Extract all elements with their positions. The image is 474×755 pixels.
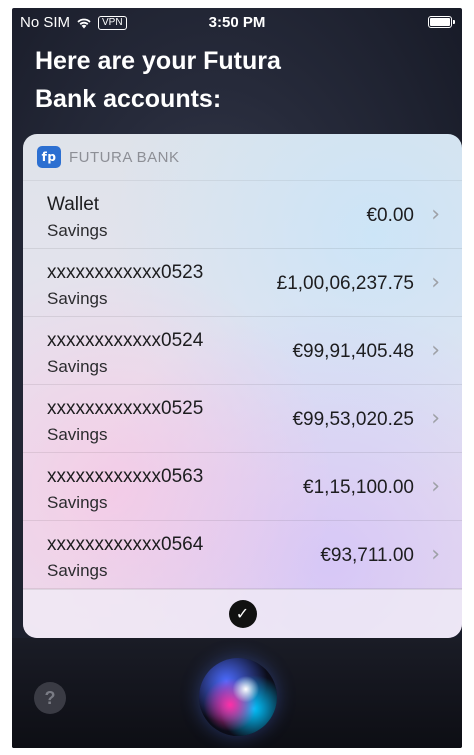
account-list: Wallet Savings €0.00 › xxxxxxxxxxxx0523 … [23, 181, 462, 589]
bank-name: FUTURA BANK [69, 148, 180, 166]
chevron-right-icon: › [431, 338, 440, 363]
account-row[interactable]: xxxxxxxxxxxx0564 Savings €93,711.00 › [23, 521, 462, 589]
siri-bottom-bar: ? [12, 638, 462, 748]
account-name: xxxxxxxxxxxx0563 [47, 466, 204, 487]
account-type: Savings [47, 561, 108, 580]
title-line-1: Here are your Futura [35, 47, 281, 75]
account-name: xxxxxxxxxxxx0524 [47, 330, 204, 351]
account-row[interactable]: xxxxxxxxxxxx0523 Savings £1,00,06,237.75… [23, 249, 462, 317]
chevron-right-icon: › [431, 474, 440, 499]
account-row[interactable]: xxxxxxxxxxxx0525 Savings €99,53,020.25 › [23, 385, 462, 453]
accounts-card: fp FUTURA BANK Wallet Savings €0.00 › xx… [23, 134, 462, 638]
account-balance: £1,00,06,237.75 [276, 273, 414, 294]
chevron-right-icon: › [431, 270, 440, 295]
status-bar: No SIM VPN 3:50 PM [12, 8, 462, 36]
chevron-right-icon: › [431, 406, 440, 431]
account-name: xxxxxxxxxxxx0523 [47, 262, 204, 283]
siri-response-title: Here are your Futura Bank accounts: [35, 42, 435, 118]
chevron-right-icon: › [431, 542, 440, 567]
account-row[interactable]: xxxxxxxxxxxx0563 Savings €1,15,100.00 › [23, 453, 462, 521]
help-button[interactable]: ? [34, 682, 66, 714]
account-name: xxxxxxxxxxxx0564 [47, 534, 204, 555]
account-balance: €99,53,020.25 [292, 409, 414, 430]
account-name: Wallet [47, 194, 100, 215]
account-type: Savings [47, 425, 108, 444]
account-type: Savings [47, 493, 108, 512]
checkmark-icon[interactable]: ✓ [228, 600, 257, 628]
phone-screen: No SIM VPN 3:50 PM Here are your Futura … [12, 8, 462, 748]
account-balance: €93,711.00 [320, 545, 414, 566]
account-type: Savings [47, 221, 108, 240]
account-balance: €0.00 [366, 205, 414, 226]
chevron-right-icon: › [431, 202, 440, 227]
battery-icon [428, 16, 455, 28]
status-time: 3:50 PM [208, 14, 266, 31]
card-header: fp FUTURA BANK [23, 134, 462, 181]
account-name: xxxxxxxxxxxx0525 [47, 398, 204, 419]
account-type: Savings [47, 357, 108, 376]
account-balance: €99,91,405.48 [292, 341, 414, 362]
card-footer: ✓ [23, 589, 462, 638]
account-type: Savings [47, 289, 108, 308]
account-row[interactable]: xxxxxxxxxxxx0524 Savings €99,91,405.48 › [23, 317, 462, 385]
title-line-2: Bank accounts: [35, 85, 222, 113]
siri-orb-icon[interactable] [199, 658, 277, 736]
futura-bank-logo-icon: fp [37, 146, 61, 168]
account-balance: €1,15,100.00 [303, 477, 414, 498]
account-row[interactable]: Wallet Savings €0.00 › [23, 181, 462, 249]
